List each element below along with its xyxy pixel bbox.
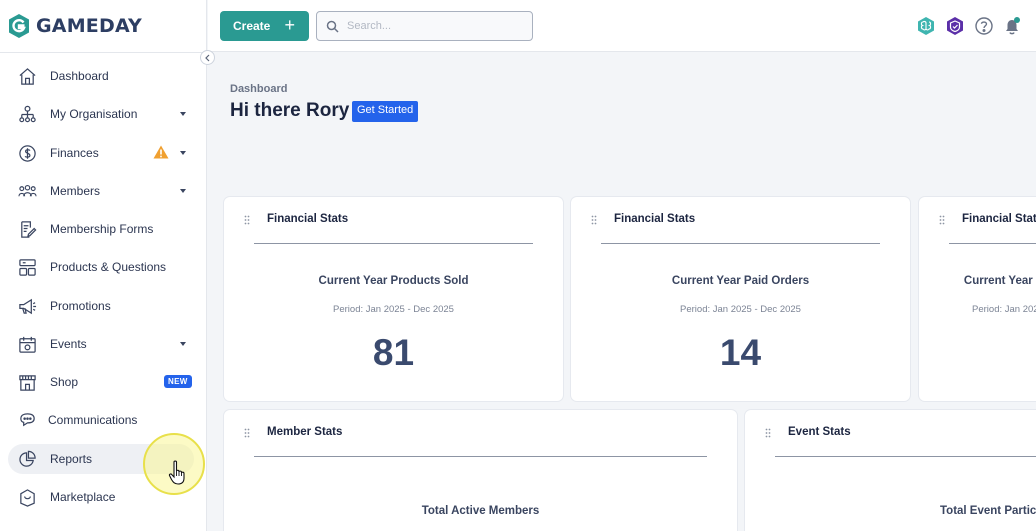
megaphone-icon [19, 298, 37, 315]
chevron-down-icon [180, 342, 186, 346]
chevron-down-icon [180, 151, 186, 155]
home-icon [19, 68, 36, 85]
gameday-logo-icon [9, 14, 29, 38]
sidebar-item-dashboard[interactable]: Dashboard [8, 61, 194, 91]
sidebar-item-communications[interactable]: Communications [8, 405, 194, 435]
financial-stats-card: Financial Stats Current Year Products So… [224, 197, 563, 401]
drag-handle-icon[interactable] [765, 428, 771, 438]
card-period: Period: Jan 2025 - Dec 2025 [680, 304, 801, 315]
bag-icon [20, 489, 35, 507]
card-title: Member Stats [267, 426, 343, 438]
card-title: Financial Stats [614, 213, 696, 225]
sidebar-item-label: Dashboard [50, 69, 109, 83]
search-icon [326, 20, 339, 33]
shield-icon[interactable] [945, 16, 965, 36]
sidebar-item-label: Membership Forms [50, 222, 154, 236]
sidebar-item-label: Members [50, 184, 101, 198]
sidebar-item-label: Communications [48, 413, 138, 427]
card-title: Financial Stats [267, 213, 349, 225]
sidebar-item-promotions[interactable]: Promotions [8, 291, 194, 321]
chevron-down-icon [180, 189, 186, 193]
breadcrumb[interactable]: Dashboard [230, 83, 287, 95]
sidebar-item-label: My Organisation [50, 107, 138, 121]
people-icon [18, 184, 37, 197]
calendar-icon [19, 336, 36, 353]
sidebar-item-label: Events [50, 337, 87, 351]
hand-pointer-icon [168, 460, 185, 485]
pie-chart-icon [19, 450, 36, 467]
bell-icon[interactable] [1002, 16, 1022, 36]
form-edit-icon [21, 221, 37, 238]
gameday-logo[interactable]: GAMEDAY [8, 12, 142, 40]
card-value: 81 [372, 332, 415, 373]
sidebar-divider [0, 52, 207, 53]
sidebar-item-label: Finances [50, 146, 99, 160]
drag-handle-icon[interactable] [591, 215, 597, 225]
sidebar-item-label: Promotions [50, 299, 111, 313]
sidebar-item-members[interactable]: Members [8, 176, 194, 206]
page-title: Hi there Rory [230, 100, 350, 121]
chevron-left-icon [205, 54, 210, 61]
card-period: Period: Jan 2025 - Dec 2025 [333, 304, 454, 315]
drag-handle-icon[interactable] [244, 428, 250, 438]
brain-icon[interactable] [916, 16, 936, 36]
new-badge: NEW [164, 375, 192, 388]
card-divider [775, 456, 1036, 457]
sidebar-item-membership-forms[interactable]: Membership Forms [8, 214, 194, 244]
sidebar-item-label: Products & Questions [50, 260, 167, 274]
sidebar-item-finances[interactable]: Finances [8, 138, 194, 168]
plus-icon: + [284, 15, 295, 35]
card-divider [949, 243, 1036, 244]
sidebar-item-label: Marketplace [50, 490, 116, 504]
financial-stats-card: Financial Stats Current Year Paid Orders… [919, 197, 1036, 401]
sidebar-item-label: Reports [50, 452, 93, 466]
drag-handle-icon[interactable] [939, 215, 945, 225]
card-divider [254, 456, 707, 457]
search-input[interactable] [347, 17, 522, 35]
topbar: Create + [208, 0, 1036, 52]
products-icon [19, 259, 36, 276]
sidebar-item-my-organisation[interactable]: My Organisation [8, 99, 194, 129]
card-period: Period: Jan 2025 - Dec 2025 [972, 304, 1036, 315]
chevron-down-icon [180, 112, 186, 116]
financial-stats-card: Financial Stats Current Year Paid Orders… [571, 197, 910, 401]
card-divider [254, 243, 533, 244]
sidebar-item-events[interactable]: Events [8, 329, 194, 359]
card-subtitle: Current Year Paid Orders [671, 275, 810, 287]
card-value: 14 [719, 332, 762, 373]
card-divider [601, 243, 880, 244]
chat-icon [20, 413, 35, 427]
org-chart-icon [19, 105, 36, 123]
sidebar-item-label: Shop [50, 375, 79, 389]
brand-name: GAMEDAY [36, 15, 143, 37]
sidebar-item-products-questions[interactable]: Products & Questions [8, 252, 194, 282]
event-stats-card: Event Stats Total Event Participants [745, 410, 1036, 531]
dollar-circle-icon [19, 145, 36, 162]
drag-handle-icon[interactable] [244, 215, 250, 225]
card-title: Event Stats [788, 426, 851, 438]
sidebar-collapse-button[interactable] [200, 50, 215, 65]
help-icon[interactable] [974, 16, 994, 36]
card-subtitle: Total Event Participants [940, 505, 1036, 517]
member-stats-card: Member Stats Total Active Members [224, 410, 737, 531]
search-box[interactable] [316, 11, 533, 41]
create-button-label: Create [233, 19, 271, 33]
card-subtitle: Current Year Products Sold [318, 275, 469, 287]
card-title: Financial Stats [962, 213, 1036, 225]
sidebar-item-shop[interactable]: Shop NEW [8, 367, 194, 397]
create-button[interactable]: Create + [220, 11, 309, 41]
shop-icon [19, 375, 36, 391]
card-subtitle: Current Year Paid Orders [963, 275, 1036, 287]
get-started-button[interactable]: Get Started [352, 101, 419, 122]
warning-icon [153, 145, 169, 159]
card-subtitle: Total Active Members [421, 505, 540, 517]
